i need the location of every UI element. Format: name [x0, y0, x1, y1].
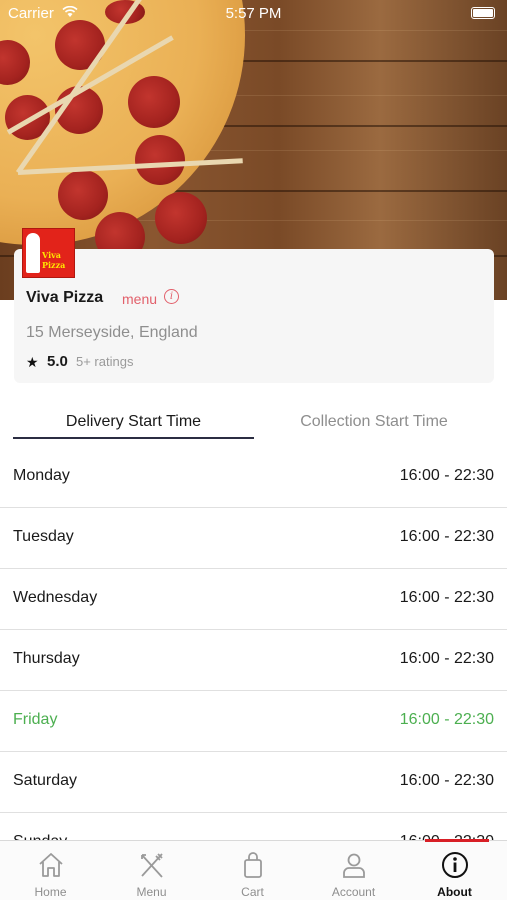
home-icon: [39, 853, 63, 877]
status-bar: Carrier 5:57 PM: [0, 0, 507, 26]
day-label: Thursday: [13, 650, 80, 667]
nav-cart-label: Cart: [241, 885, 264, 899]
hours-row: Thursday 16:00 - 22:30: [0, 630, 507, 691]
day-label: Saturday: [13, 772, 78, 789]
hours-row: Wednesday 16:00 - 22:30: [0, 569, 507, 630]
nav-about[interactable]: About: [404, 841, 505, 900]
info-icon[interactable]: i: [164, 289, 179, 304]
shopping-bag-icon: [244, 852, 262, 878]
restaurant-logo: Viva Pizza: [22, 228, 75, 278]
day-label: Wednesday: [13, 589, 98, 606]
battery-icon: [471, 7, 495, 19]
nav-home[interactable]: Home: [0, 841, 101, 900]
nav-account-label: Account: [331, 885, 376, 899]
account-icon: [343, 853, 365, 878]
nav-about-label: About: [437, 885, 472, 899]
logo-text: Viva Pizza: [42, 250, 66, 270]
hours-row: Monday 16:00 - 22:30: [0, 447, 507, 508]
nav-cart[interactable]: Cart: [202, 841, 303, 900]
nav-account[interactable]: Account: [303, 841, 404, 900]
active-nav-indicator: [425, 839, 489, 842]
day-label: Tuesday: [13, 528, 74, 545]
hours-value: 16:00 - 22:30: [399, 650, 494, 667]
nav-menu[interactable]: Menu: [101, 841, 202, 900]
hours-value: 16:00 - 22:30: [399, 589, 494, 606]
tab-collection-start-time[interactable]: Collection Start Time: [254, 413, 494, 441]
active-tab-indicator: [13, 437, 254, 439]
nav-home-label: Home: [34, 885, 67, 899]
info-icon: [442, 852, 468, 878]
chef-icon: [26, 233, 40, 273]
hours-value: 16:00 - 22:30: [399, 711, 494, 728]
hours-value: 16:00 - 22:30: [399, 528, 494, 545]
day-label: Monday: [13, 467, 70, 484]
hours-value: 16:00 - 22:30: [399, 467, 494, 484]
hours-row: Tuesday 16:00 - 22:30: [0, 508, 507, 569]
nav-menu-label: Menu: [136, 885, 167, 899]
hours-value: 16:00 - 22:30: [399, 772, 494, 789]
fork-knife-icon: [141, 853, 163, 878]
hours-row: Saturday 16:00 - 22:30: [0, 752, 507, 813]
status-time: 5:57 PM: [225, 5, 282, 22]
bottom-tab-bar: Home Menu Cart Account About: [0, 840, 507, 900]
hours-row-current: Friday 16:00 - 22:30: [0, 691, 507, 752]
day-label: Friday: [13, 711, 58, 728]
menu-link[interactable]: menu: [122, 291, 157, 307]
star-icon: ★: [26, 354, 39, 370]
restaurant-address: 15 Merseyside, England: [26, 324, 198, 341]
restaurant-name: Viva Pizza: [26, 289, 104, 306]
rating-count: 5+ ratings: [76, 354, 134, 369]
rating-value: 5.0: [47, 353, 68, 370]
